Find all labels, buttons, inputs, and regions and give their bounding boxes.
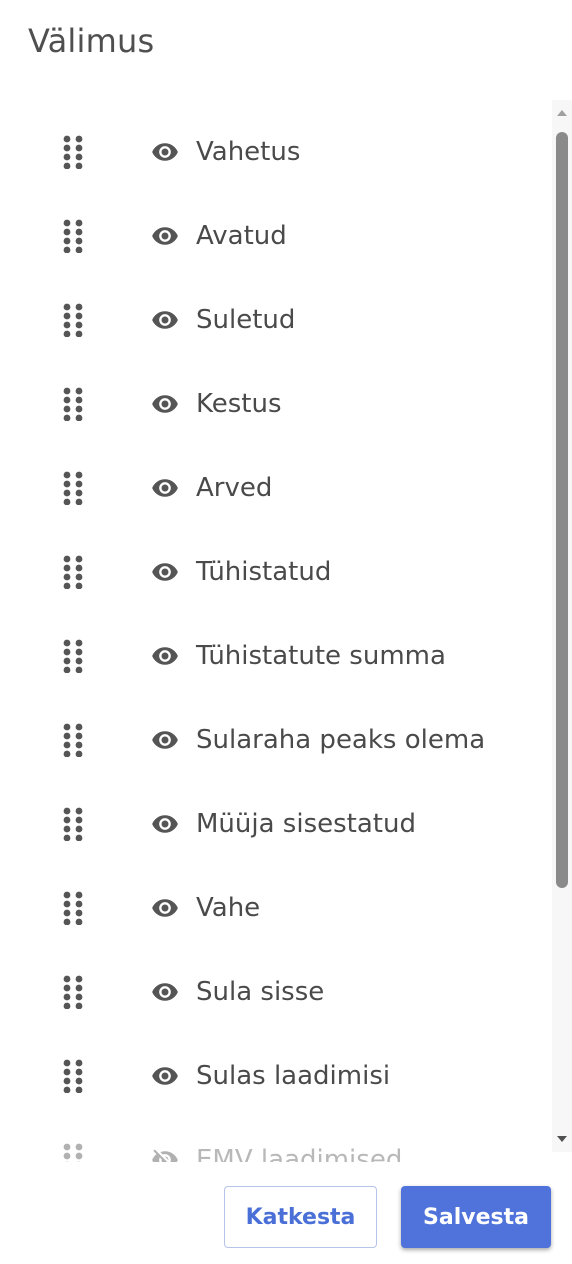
list-item-label: Avatud [196, 221, 287, 251]
list-item[interactable]: Müüja sisestatud [0, 782, 552, 866]
drag-handle-icon[interactable] [62, 807, 84, 842]
list-item[interactable]: Avatud [0, 194, 552, 278]
scroll-down-arrow-icon[interactable] [557, 1136, 567, 1142]
scrollbar-thumb[interactable] [556, 132, 568, 888]
drag-handle-icon[interactable] [62, 135, 84, 170]
list-item[interactable]: Kestus [0, 362, 552, 446]
eye-icon[interactable] [146, 222, 184, 250]
drag-handle-icon[interactable] [62, 1143, 84, 1162]
drag-handle-icon[interactable] [62, 639, 84, 674]
list-item[interactable]: Vahetus [0, 110, 552, 194]
eye-icon[interactable] [146, 726, 184, 754]
list-item-label: Vahetus [196, 137, 301, 167]
drag-handle-icon[interactable] [62, 219, 84, 254]
list-item-label: Tühistatute summa [196, 641, 446, 671]
list-item-label: Vahe [196, 893, 261, 923]
list-item[interactable]: Arved [0, 446, 552, 530]
list-item[interactable]: Sulas laadimisi [0, 1034, 552, 1118]
drag-handle-icon[interactable] [62, 555, 84, 590]
eye-icon[interactable] [146, 810, 184, 838]
eye-icon[interactable] [146, 138, 184, 166]
scrollbar[interactable] [552, 100, 572, 1152]
save-button[interactable]: Salvesta [401, 1186, 551, 1248]
eye-icon[interactable] [146, 306, 184, 334]
cancel-button[interactable]: Katkesta [224, 1186, 377, 1248]
list-item-label: Sula sisse [196, 977, 325, 1007]
list-item-label: Müüja sisestatud [196, 809, 416, 839]
list-item-label: Sulas laadimisi [196, 1061, 391, 1091]
drag-handle-icon[interactable] [62, 975, 84, 1010]
list-item[interactable]: Tühistatud [0, 530, 552, 614]
list-item[interactable]: EMV laadimised [0, 1118, 552, 1162]
list-item[interactable]: Sularaha peaks olema [0, 698, 552, 782]
list-item-label: Kestus [196, 389, 282, 419]
list-item[interactable]: Sula sisse [0, 950, 552, 1034]
scroll-up-arrow-icon[interactable] [557, 110, 567, 116]
dialog-title: Välimus [28, 22, 155, 60]
drag-handle-icon[interactable] [62, 891, 84, 926]
eye-icon[interactable] [146, 474, 184, 502]
eye-icon[interactable] [146, 894, 184, 922]
dialog-footer: Katkesta Salvesta [0, 1162, 572, 1264]
list-item-label: Arved [196, 473, 273, 503]
drag-handle-icon[interactable] [62, 723, 84, 758]
eye-icon[interactable] [146, 390, 184, 418]
list-item-label: Tühistatud [196, 557, 332, 587]
eye-off-icon[interactable] [146, 1146, 184, 1162]
column-list[interactable]: Vahetus Avatud Suletud Kestus Arved Tühi… [0, 110, 552, 1162]
eye-icon[interactable] [146, 978, 184, 1006]
drag-handle-icon[interactable] [62, 471, 84, 506]
drag-handle-icon[interactable] [62, 387, 84, 422]
list-item-label: Sularaha peaks olema [196, 725, 486, 755]
eye-icon[interactable] [146, 558, 184, 586]
list-item[interactable]: Vahe [0, 866, 552, 950]
appearance-dialog: Välimus Vahetus Avatud Suletud Kestus Ar… [0, 0, 572, 1264]
drag-handle-icon[interactable] [62, 1059, 84, 1094]
list-item[interactable]: Tühistatute summa [0, 614, 552, 698]
eye-icon[interactable] [146, 642, 184, 670]
drag-handle-icon[interactable] [62, 303, 84, 338]
list-item-label: EMV laadimised [196, 1145, 403, 1162]
list-item-label: Suletud [196, 305, 296, 335]
eye-icon[interactable] [146, 1062, 184, 1090]
list-item[interactable]: Suletud [0, 278, 552, 362]
